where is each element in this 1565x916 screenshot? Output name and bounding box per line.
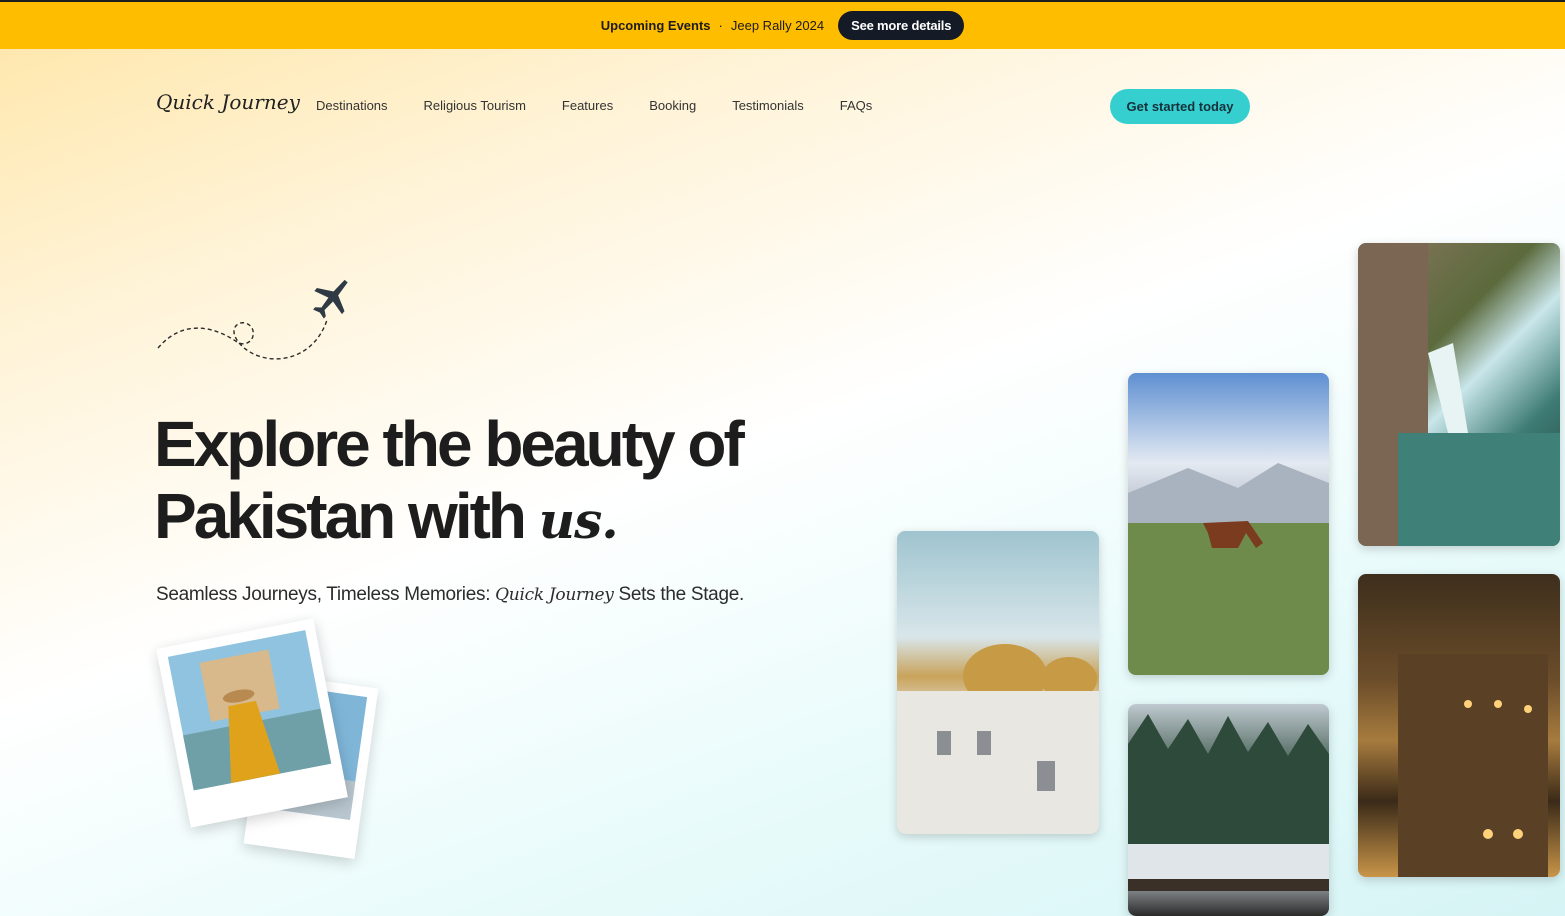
- nav-destinations[interactable]: Destinations: [316, 98, 388, 113]
- nav-booking[interactable]: Booking: [649, 98, 696, 113]
- photo-meadow-horse: [1128, 373, 1329, 675]
- hero-subtitle: Seamless Journeys, Timeless Memories: Qu…: [156, 584, 744, 606]
- nav-testimonials[interactable]: Testimonials: [732, 98, 804, 113]
- hero-headline: Explore the beauty of Pakistan with us.: [154, 408, 854, 557]
- photo-historic-building-night: [1358, 574, 1560, 877]
- nav-features[interactable]: Features: [562, 98, 613, 113]
- airplane-icon: [152, 270, 362, 370]
- see-more-details-button[interactable]: See more details: [838, 11, 965, 40]
- subtitle-end: Sets the Stage.: [618, 584, 745, 605]
- nav-faqs[interactable]: FAQs: [840, 98, 873, 113]
- photo-gurdwara: [897, 531, 1099, 834]
- headline-line-1: Explore the beauty of: [154, 408, 745, 480]
- photo-waterfall: [1358, 243, 1560, 546]
- photo-forest-river: [1128, 704, 1329, 916]
- announcement-event: Jeep Rally 2024: [730, 18, 825, 33]
- polaroid-photo-front: [156, 618, 348, 828]
- logo[interactable]: Quick Journey: [156, 90, 300, 114]
- subtitle-start: Seamless Journeys, Timeless Memories:: [156, 584, 491, 605]
- main-nav: Destinations Religious Tourism Features …: [316, 98, 908, 113]
- get-started-button[interactable]: Get started today: [1110, 89, 1250, 124]
- nav-religious-tourism[interactable]: Religious Tourism: [424, 98, 526, 113]
- announcement-bar: Upcoming Events · Jeep Rally 2024 See mo…: [0, 0, 1565, 49]
- headline-line-2: Pakistan with: [154, 480, 527, 552]
- announcement-separator: ·: [718, 18, 723, 33]
- headline-accent: us.: [538, 491, 619, 550]
- announcement-label: Upcoming Events: [600, 18, 711, 33]
- subtitle-brand: Quick Journey: [495, 585, 614, 605]
